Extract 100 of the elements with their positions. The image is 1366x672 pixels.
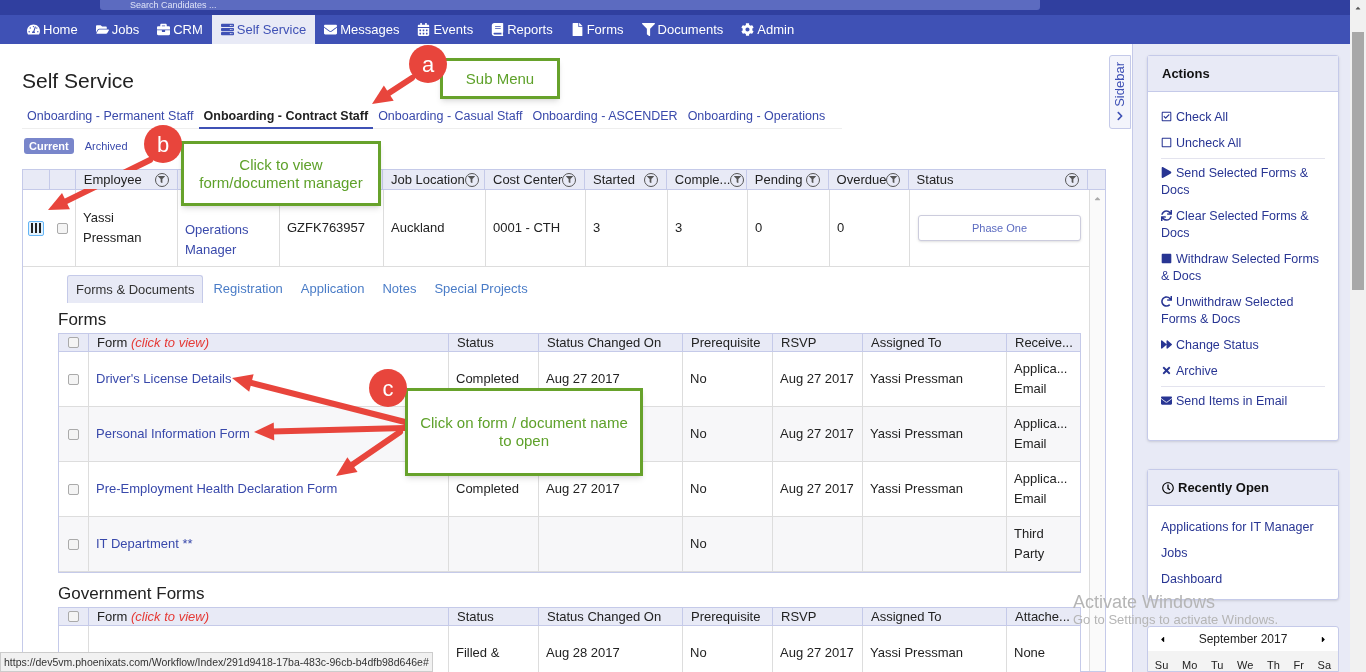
activation-text: Go to Settings to activate Windows. — [1073, 612, 1279, 627]
action-link[interactable]: Unwithdraw Selected Forms & Docs — [1161, 294, 1325, 328]
action-link[interactable]: Send Selected Forms & Docs — [1161, 165, 1325, 199]
checkbox[interactable] — [68, 373, 79, 385]
step-badge: b — [144, 125, 182, 163]
table-cell-text: Aug 27 2017 — [780, 370, 854, 388]
checkbox[interactable] — [68, 538, 79, 550]
column-header: Status — [457, 607, 494, 626]
panel-title: Actions — [1162, 64, 1210, 83]
table-cell-text: No — [690, 644, 707, 662]
table-cell-text: 3 — [593, 219, 601, 237]
callout-box: Click to view form/document manager — [181, 141, 381, 206]
form-link[interactable]: IT Department ** — [96, 534, 193, 554]
nav-tab[interactable]: Events — [408, 15, 483, 44]
next-month-icon[interactable] — [1319, 634, 1328, 644]
detail-tab[interactable]: Notes — [374, 275, 425, 303]
recent-link[interactable]: Dashboard — [1161, 571, 1325, 588]
previous-month-icon[interactable] — [1158, 634, 1167, 644]
sidebar-toggle[interactable]: Sidebar — [1109, 55, 1131, 129]
table-cell-text: Yassi Pressman — [870, 480, 963, 498]
form-link[interactable]: Pre-Employment Health Declaration Form — [96, 479, 338, 499]
funnel-icon — [641, 23, 655, 36]
table-cell-text: Completed — [456, 480, 519, 498]
expand-icon[interactable] — [28, 220, 44, 236]
nav-tab[interactable]: Forms — [561, 15, 633, 44]
search-field[interactable]: Search Candidates ... — [100, 0, 1040, 10]
redo-icon — [1161, 296, 1172, 307]
detail-tab[interactable]: Special Projects — [426, 275, 536, 303]
table-cell-text: None — [1014, 644, 1046, 662]
nav-tab[interactable]: Admin — [732, 15, 804, 44]
table-cell-text: Aug 27 2017 — [780, 480, 854, 498]
table-cell-text: Yassi Pressman — [870, 644, 963, 662]
form-link[interactable]: Personal Information Form — [96, 424, 250, 444]
table-cell-text: Aug 27 2017 — [780, 644, 854, 662]
refresh-icon — [1161, 210, 1172, 221]
action-link[interactable]: Withdraw Selected Forms & Docs — [1161, 251, 1325, 285]
book-icon — [491, 23, 505, 36]
weekday-label: Su — [1154, 659, 1169, 671]
nav-tab[interactable]: Home — [18, 15, 87, 44]
sub-menu-tab[interactable]: Onboarding - Operations — [682, 106, 831, 129]
table-cell-text: 0 — [837, 219, 845, 237]
checkbox[interactable] — [68, 428, 79, 440]
action-link[interactable]: Check All — [1161, 109, 1325, 126]
column-header: Assigned To — [871, 333, 942, 352]
column-header: Form (click to view) — [97, 607, 209, 626]
column-header: Prerequisite — [691, 333, 761, 352]
weekday-label: Fr — [1293, 659, 1304, 671]
table-cell-text: 0001 - CTH — [493, 219, 561, 237]
job-title-link[interactable]: Operations Manager — [185, 220, 272, 260]
nav-tab[interactable]: Documents — [632, 15, 733, 44]
action-link[interactable]: Archive — [1161, 363, 1325, 380]
calendar-icon — [417, 23, 431, 36]
detail-tab[interactable]: Registration — [205, 275, 291, 303]
nav-tab[interactable]: CRM — [148, 15, 212, 44]
checkbox[interactable] — [68, 337, 79, 348]
table-cell-text: Auckland — [391, 219, 445, 237]
nav-tab[interactable]: Self Service — [211, 15, 316, 44]
status-button[interactable]: Phase One — [918, 215, 1081, 241]
checkbox[interactable] — [68, 483, 79, 495]
table-cell-text: Applica... Email — [1014, 415, 1068, 453]
weekday-label: We — [1237, 659, 1254, 671]
recent-link[interactable]: Jobs — [1161, 545, 1325, 562]
sub-menu-tab[interactable]: Onboarding - Casual Staff — [373, 106, 528, 129]
column-header: Prerequisite — [691, 607, 761, 626]
checkbox[interactable] — [68, 611, 79, 622]
action-link[interactable]: Uncheck All — [1161, 135, 1325, 152]
action-link[interactable]: Clear Selected Forms & Docs — [1161, 208, 1325, 242]
table-cell-text: Aug 28 2017 — [546, 644, 620, 662]
scrollbar[interactable] — [1350, 0, 1366, 672]
scroll-up-icon[interactable] — [1354, 4, 1362, 12]
nav-tab[interactable]: Jobs — [86, 15, 149, 44]
detail-tab[interactable]: Forms & Documents — [67, 275, 204, 303]
table-cell-text: Applica... Email — [1014, 360, 1068, 398]
action-link[interactable]: Send Items in Email — [1161, 393, 1325, 410]
column-header: Status — [457, 333, 494, 352]
nav-tab[interactable]: Reports — [482, 15, 562, 44]
column-header: RSVP — [781, 607, 817, 626]
detail-tab[interactable]: Application — [292, 275, 373, 303]
envelope-icon — [1161, 395, 1172, 406]
column-header: Employee — [83, 169, 142, 190]
file-icon — [570, 23, 584, 36]
close-icon — [1161, 365, 1172, 376]
envelope-icon — [324, 23, 338, 36]
action-link[interactable]: Change Status — [1161, 337, 1325, 354]
calendar-month: September 2017 — [1198, 631, 1288, 648]
column-header: Receive... — [1015, 333, 1073, 352]
sub-menu-tab[interactable]: Onboarding - ASCENDER — [527, 106, 683, 129]
table-cell-text: Completed — [456, 370, 519, 388]
nav-tab[interactable]: Messages — [315, 15, 409, 44]
arrow — [372, 75, 415, 104]
weekday-label: Tu — [1210, 659, 1224, 671]
sub-menu-tab[interactable]: Onboarding - Contract Staff — [198, 106, 374, 129]
page-title: Self Service — [22, 68, 135, 94]
view-toggle[interactable]: Archived — [79, 138, 133, 154]
table-cell-text: Aug 27 2017 — [780, 425, 854, 443]
recent-link[interactable]: Applications for IT Manager — [1161, 519, 1325, 536]
chevron-icon — [1115, 110, 1125, 121]
form-link[interactable]: Driver's License Details — [96, 369, 232, 389]
checkbox[interactable] — [56, 222, 68, 234]
panel-title: Recently Open — [1178, 478, 1270, 497]
